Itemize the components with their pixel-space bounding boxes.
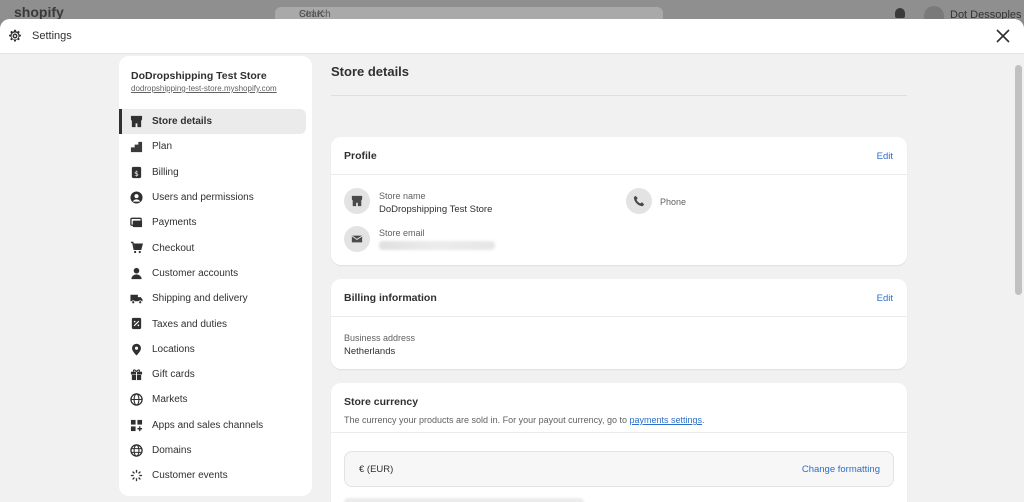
events-icon <box>130 470 143 482</box>
sidebar-item-label: Apps and sales channels <box>152 419 264 431</box>
sidebar-item-gift-cards[interactable]: Gift cards <box>119 362 312 387</box>
store-name-avatar <box>344 188 370 214</box>
title-divider <box>331 95 907 96</box>
tax-icon <box>131 318 142 330</box>
user-icon <box>130 191 143 204</box>
sidebar-item-label: Shipping and delivery <box>152 293 248 305</box>
phone-label: Phone <box>660 197 687 207</box>
scrollbar-thumb[interactable] <box>1015 65 1022 295</box>
apps-icon <box>130 419 143 431</box>
billing-edit-button[interactable]: Edit <box>877 293 893 304</box>
location-icon <box>132 343 141 356</box>
currency-value: € (EUR) <box>359 464 394 475</box>
billing-title: Billing information <box>344 292 437 304</box>
currency-footnote-faded <box>344 498 584 502</box>
sidebar-item-label: Billing <box>152 166 179 178</box>
sidebar-item-customer-accounts[interactable]: Customer accounts <box>119 261 312 286</box>
sidebar-item-label: Domains <box>152 445 192 456</box>
currency-description-period: . <box>702 415 705 425</box>
currency-card: Store currency The currency your product… <box>331 383 907 502</box>
page-title: Store details <box>331 64 410 79</box>
sidebar-item-billing[interactable]: $ Billing <box>119 160 312 185</box>
store-email-avatar <box>344 226 370 252</box>
store-email-redacted <box>379 241 495 250</box>
change-formatting-button[interactable]: Change formatting <box>802 464 880 475</box>
store-email-label: Store email <box>379 228 425 238</box>
mail-icon <box>351 235 363 243</box>
sidebar-item-label: Users and permissions <box>152 192 254 204</box>
sidebar-item-checkout[interactable]: Checkout <box>119 235 312 260</box>
sidebar-item-locations[interactable]: Locations <box>119 337 312 362</box>
sidebar-item-label: Markets <box>152 394 188 406</box>
sidebar-item-label: Customer events <box>152 470 228 482</box>
payments-settings-link[interactable]: payments settings <box>629 415 702 425</box>
bell-icon <box>895 8 905 18</box>
payments-icon <box>130 217 143 228</box>
svg-text:$: $ <box>134 168 139 177</box>
modal-title: Settings <box>32 30 72 42</box>
plan-icon <box>130 142 143 153</box>
sidebar-item-domains[interactable]: Domains <box>119 438 312 463</box>
sidebar-item-markets[interactable]: Markets <box>119 387 312 412</box>
sidebar-item-shipping-and-delivery[interactable]: Shipping and delivery <box>119 286 312 311</box>
sidebar-item-plan[interactable]: Plan <box>119 134 312 159</box>
sidebar-item-users-and-permissions[interactable]: Users and permissions <box>119 185 312 210</box>
sidebar-store-name: DoDropshipping Test Store <box>131 70 267 82</box>
sidebar-store-url[interactable]: dodropshipping-test-store.myshopify.com <box>131 84 277 93</box>
profile-card: Profile Edit Store name DoDropshipping T… <box>331 137 907 265</box>
store-name-label: Store name <box>379 191 426 201</box>
close-icon[interactable] <box>995 28 1011 44</box>
currency-description: The currency your products are sold in. … <box>344 415 705 425</box>
person-icon <box>131 267 142 279</box>
sidebar-item-payments[interactable]: Payments <box>119 210 312 235</box>
store-icon <box>130 115 143 128</box>
modal-header: Settings <box>0 19 1024 54</box>
billing-card: Billing information Edit Business addres… <box>331 279 907 369</box>
sidebar-item-label: Plan <box>152 141 173 153</box>
sidebar-item-taxes-and-duties[interactable]: Taxes and duties <box>119 311 312 336</box>
store-icon <box>351 195 363 207</box>
currency-box: € (EUR) Change formatting <box>344 451 894 487</box>
profile-edit-button[interactable]: Edit <box>877 151 893 162</box>
currency-card-header: Store currency The currency your product… <box>331 383 907 433</box>
currency-description-text: The currency your products are sold in. … <box>344 415 630 425</box>
billing-card-header: Billing information Edit <box>331 279 907 317</box>
currency-title: Store currency <box>344 396 419 408</box>
globe-icon <box>130 393 143 406</box>
sidebar-item-label: Locations <box>152 343 195 355</box>
domain-icon <box>130 444 143 457</box>
sidebar-item-label: Taxes and duties <box>152 318 228 330</box>
sidebar-item-label: Customer accounts <box>152 267 239 279</box>
cart-icon <box>130 242 143 254</box>
store-name-value: DoDropshipping Test Store <box>379 204 493 215</box>
sidebar-item-label: Store details <box>152 116 213 128</box>
shopify-logo: shopify <box>14 4 64 20</box>
admin-topbar: shopify Search Ctrl K Dot Dessoples <box>0 0 1024 26</box>
gear-icon <box>9 29 21 42</box>
settings-nav: Store details Plan $ Billing Users and p… <box>119 109 312 488</box>
phone-icon <box>633 195 645 207</box>
sidebar-item-label: Payments <box>152 217 197 229</box>
sidebar-item-apps-and-sales-channels[interactable]: Apps and sales channels <box>119 413 312 438</box>
sidebar-item-store-details[interactable]: Store details <box>119 109 306 135</box>
sidebar-item-label: Gift cards <box>152 369 195 381</box>
sidebar-item-customer-events[interactable]: Customer events <box>119 463 312 488</box>
business-address-label: Business address <box>344 333 416 343</box>
business-address-value: Netherlands <box>344 346 396 357</box>
truck-icon <box>130 294 143 305</box>
settings-sidebar: DoDropshipping Test Store dodropshipping… <box>119 56 312 496</box>
profile-card-header: Profile Edit <box>331 137 907 175</box>
sidebar-item-label: Checkout <box>152 242 195 254</box>
gift-icon <box>130 369 143 381</box>
profile-title: Profile <box>344 150 377 162</box>
billing-icon: $ <box>131 166 142 178</box>
phone-avatar <box>626 188 652 214</box>
